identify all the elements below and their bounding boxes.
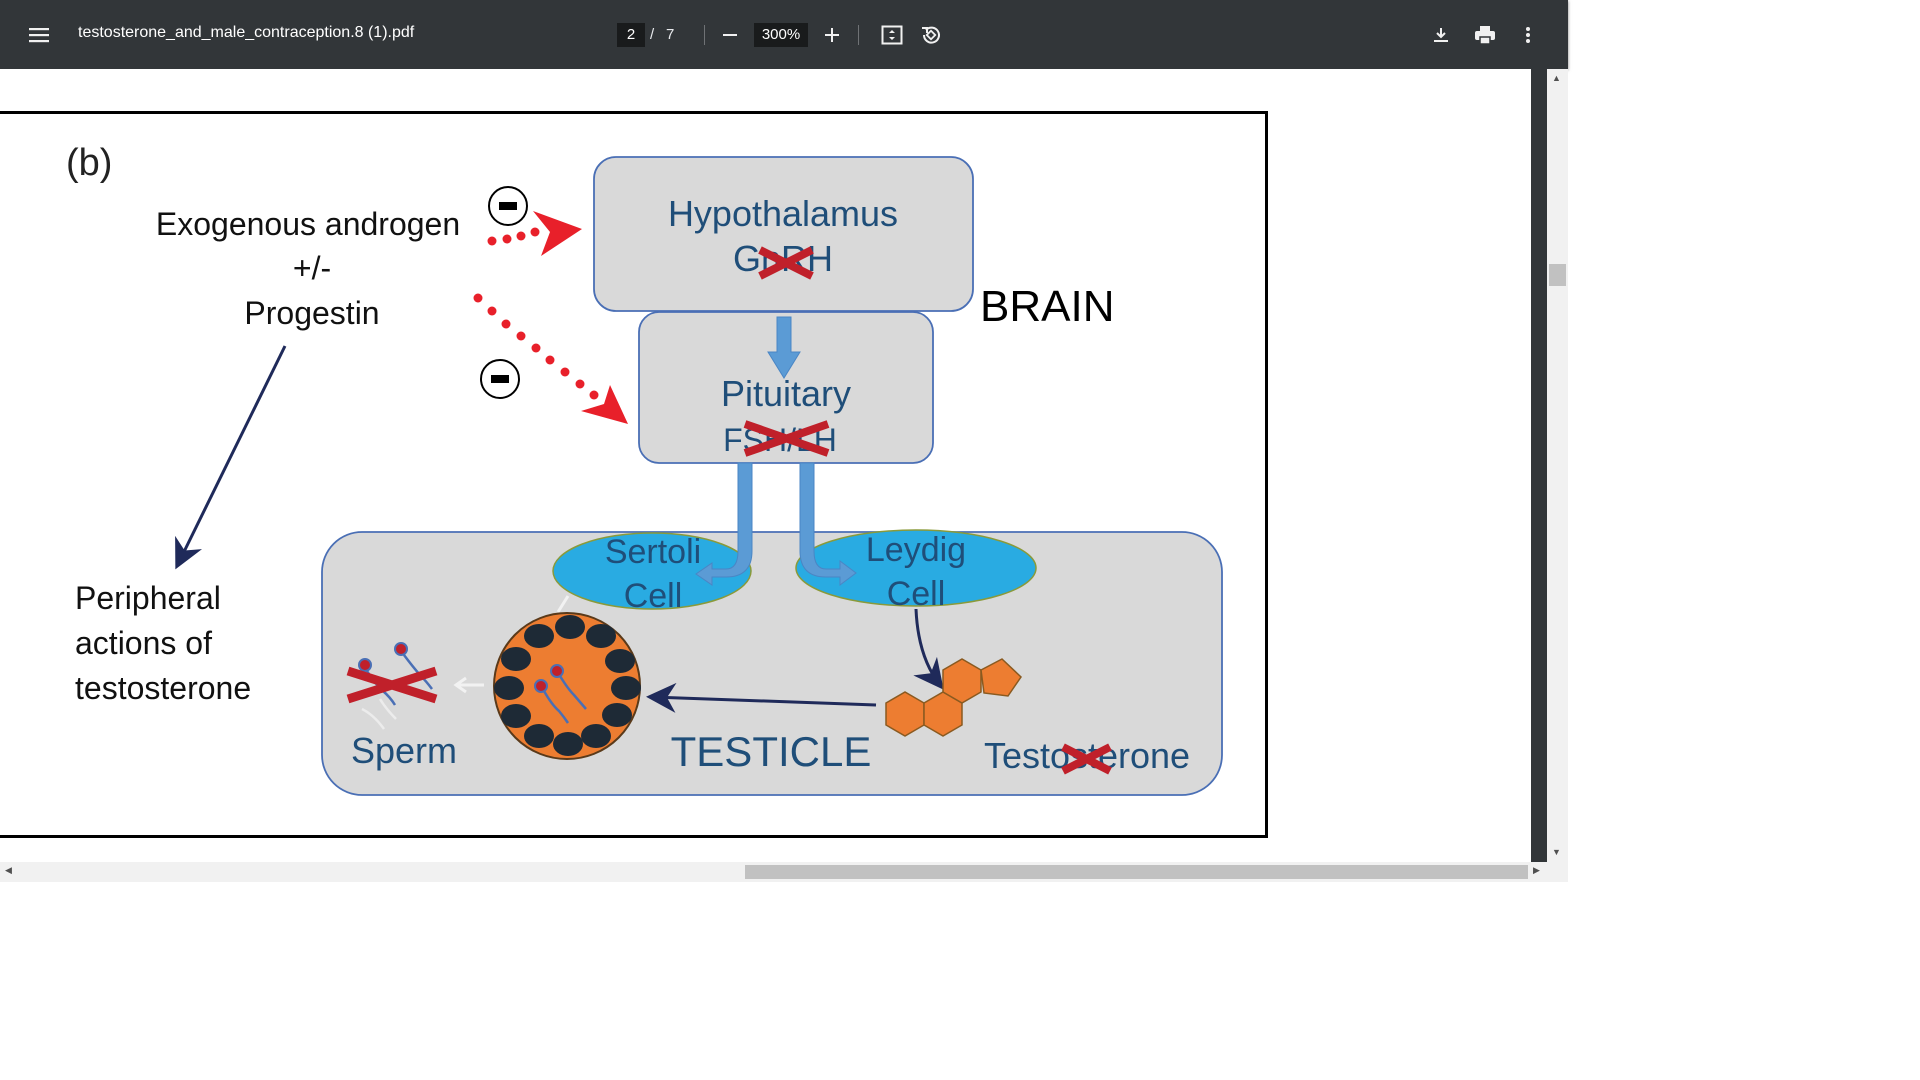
more-vert-icon <box>1526 27 1530 43</box>
print-button[interactable] <box>1471 22 1499 48</box>
horizontal-scrollbar[interactable]: ◀ ▶ <box>0 862 1568 882</box>
toolbar-divider <box>858 25 859 45</box>
scroll-right-icon[interactable]: ▶ <box>1533 865 1540 876</box>
peripheral-line-3: testosterone <box>75 670 251 706</box>
document-title: testosterone_and_male_contraception.8 (1… <box>78 24 415 41</box>
scroll-up-icon[interactable]: ▲ <box>1552 73 1561 83</box>
download-icon <box>1434 28 1448 42</box>
zoom-level-input[interactable]: 300% <box>754 23 808 47</box>
brain-label: BRAIN <box>980 282 1114 331</box>
leydig-label-2: Cell <box>887 575 946 613</box>
rotate-button[interactable] <box>918 22 944 48</box>
panel-label: (b) <box>66 142 112 184</box>
sperm-label: Sperm <box>351 730 457 771</box>
inhibit-symbol-top <box>488 186 528 226</box>
minus-icon <box>723 34 737 36</box>
page-number-input[interactable]: 2 <box>617 23 645 47</box>
leydig-label-1: Leydig <box>866 531 966 569</box>
printer-icon <box>1475 26 1495 45</box>
rotate-icon <box>922 26 940 44</box>
scroll-left-icon[interactable]: ◀ <box>5 865 12 876</box>
testicle-label: TESTICLE <box>671 728 872 775</box>
exogenous-line-2: +/- <box>293 250 331 286</box>
scrollbar-gutter <box>1531 69 1547 862</box>
hypothalamus-title: Hypothalamus <box>668 193 898 234</box>
download-button[interactable] <box>1428 22 1454 48</box>
figure-diagram: (b) Exogenous androgen +/- Progestin Per… <box>66 142 1223 796</box>
zoom-in-button[interactable] <box>820 22 844 48</box>
more-options-button[interactable] <box>1516 22 1540 48</box>
toolbar-divider <box>704 25 705 45</box>
exogenous-line-1: Exogenous androgen <box>156 206 460 242</box>
pituitary-title: Pituitary <box>721 373 851 414</box>
pdf-toolbar: testosterone_and_male_contraception.8 (1… <box>0 0 1568 69</box>
peripheral-line-2: actions of <box>75 625 212 661</box>
horizontal-scroll-thumb[interactable] <box>745 865 1528 879</box>
peripheral-arrow <box>175 345 287 570</box>
sertoli-label-1: Sertoli <box>605 533 701 571</box>
vertical-scrollbar[interactable]: ▲ ▼ <box>1531 69 1568 862</box>
menu-icon[interactable] <box>26 22 52 48</box>
scroll-down-icon[interactable]: ▼ <box>1552 847 1561 857</box>
plus-icon <box>825 28 839 42</box>
pdf-viewer[interactable]: (b) Exogenous androgen +/- Progestin Per… <box>0 69 1531 862</box>
seminiferous-tubule <box>493 612 641 760</box>
fit-to-page-button[interactable] <box>879 22 905 48</box>
page-separator: / <box>650 26 655 43</box>
inhibition-arrow-pituitary <box>473 293 628 424</box>
exogenous-line-3: Progestin <box>244 295 379 331</box>
peripheral-line-1: Peripheral <box>75 580 221 616</box>
fit-page-icon <box>881 25 903 45</box>
page-total: 7 <box>666 26 675 43</box>
zoom-out-button[interactable] <box>718 22 742 48</box>
vertical-scroll-thumb[interactable] <box>1549 264 1566 286</box>
hypothalamus-box: Hypothalamus GnRH <box>593 156 974 312</box>
vertical-scroll-track[interactable] <box>1547 69 1568 862</box>
inhibit-symbol-bottom <box>480 359 520 399</box>
sertoli-label-2: Cell <box>624 577 683 615</box>
